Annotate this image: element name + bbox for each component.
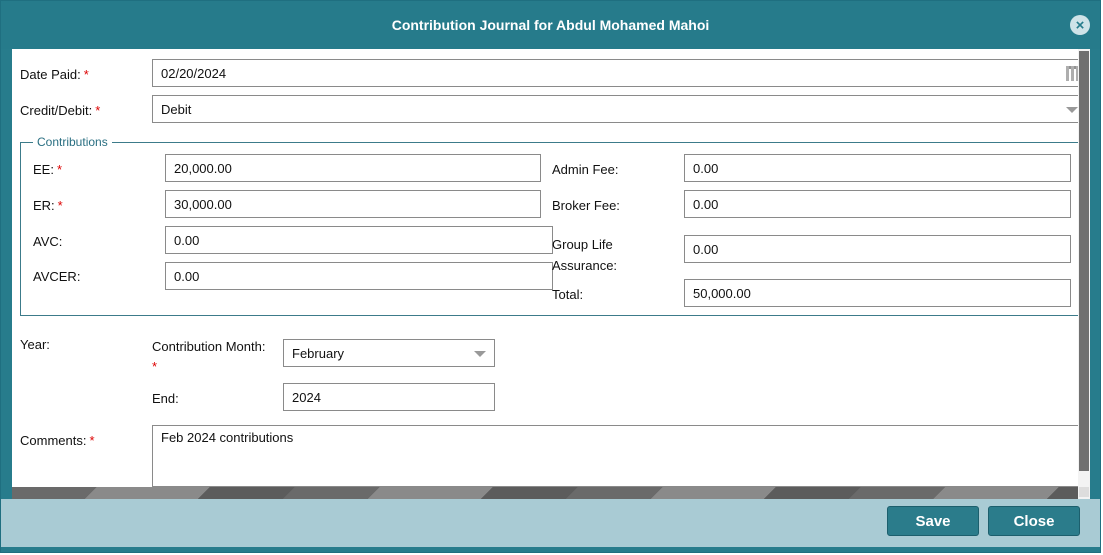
group-life-input[interactable]: 0.00 <box>684 235 1071 263</box>
scroll-down-arrow[interactable] <box>1079 487 1089 497</box>
broker-fee-label: Broker Fee: <box>552 198 620 213</box>
end-label: End: <box>152 391 179 406</box>
dialog-title: Contribution Journal for Abdul Mohamed M… <box>391 17 710 33</box>
credit-debit-select[interactable]: Debit <box>152 95 1078 123</box>
ee-label: EE: * <box>33 162 63 177</box>
end-input[interactable]: 2024 <box>283 383 495 411</box>
avcer-label: AVCER: <box>33 269 81 284</box>
dialog-footer: Save Close <box>1 499 1100 547</box>
save-button[interactable]: Save <box>887 506 979 536</box>
vertical-scrollbar[interactable] <box>1078 49 1090 499</box>
content-scroll-edge <box>12 487 1078 499</box>
broker-fee-input[interactable]: 0.00 <box>684 190 1071 218</box>
calendar-icon[interactable] <box>1066 66 1078 81</box>
date-paid-input[interactable]: 02/20/2024 <box>152 59 1078 87</box>
contribution-month-label: Contribution Month: * <box>152 339 266 374</box>
year-label: Year: <box>20 337 50 352</box>
admin-fee-input[interactable]: 0.00 <box>684 154 1071 182</box>
credit-debit-label: Credit/Debit: * <box>20 103 101 118</box>
chevron-down-icon[interactable] <box>474 351 486 357</box>
ee-input[interactable]: 20,000.00 <box>165 154 541 182</box>
total-label: Total: <box>552 287 584 302</box>
close-icon[interactable]: × <box>1070 15 1090 35</box>
er-label: ER: * <box>33 198 63 213</box>
contribution-journal-dialog: Contribution Journal for Abdul Mohamed M… <box>0 0 1101 553</box>
close-button[interactable]: Close <box>988 506 1080 536</box>
group-life-label: Group Life Assurance: <box>552 237 618 273</box>
avc-label: AVC: <box>33 234 63 249</box>
total-input[interactable]: 50,000.00 <box>684 279 1071 307</box>
er-input[interactable]: 30,000.00 <box>165 190 541 218</box>
comments-label: Comments: * <box>20 433 95 448</box>
admin-fee-label: Admin Fee: <box>552 162 619 177</box>
avc-input[interactable]: 0.00 <box>165 226 553 254</box>
contributions-legend: Contributions <box>33 135 112 149</box>
contribution-month-select[interactable]: February <box>283 339 495 367</box>
comments-textarea[interactable]: Feb 2024 contributions <box>152 425 1082 487</box>
avcer-input[interactable]: 0.00 <box>165 262 553 290</box>
dialog-titlebar: Contribution Journal for Abdul Mohamed M… <box>1 1 1100 49</box>
scrollbar-thumb[interactable] <box>1079 51 1089 471</box>
date-paid-label: Date Paid: * <box>20 67 89 82</box>
chevron-down-icon[interactable] <box>1066 107 1078 113</box>
